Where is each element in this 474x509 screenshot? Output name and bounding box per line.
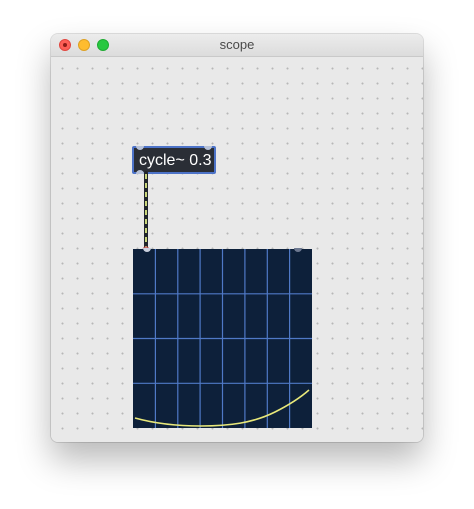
patch-cord[interactable] — [139, 171, 153, 254]
title-bar[interactable]: scope — [51, 34, 423, 57]
window-title: scope — [219, 37, 255, 52]
scope-window: scope cycle~ 0.3 — [51, 34, 423, 442]
patch-canvas[interactable]: cycle~ 0.3 — [51, 57, 423, 442]
scope-display[interactable] — [133, 248, 312, 428]
cycle-object[interactable]: cycle~ 0.3 — [132, 146, 216, 174]
cycle-object-label: cycle~ 0.3 — [139, 152, 212, 169]
scope-grid — [133, 249, 312, 428]
object-inlet-right[interactable] — [204, 146, 212, 150]
object-inlet-left[interactable] — [136, 146, 144, 150]
